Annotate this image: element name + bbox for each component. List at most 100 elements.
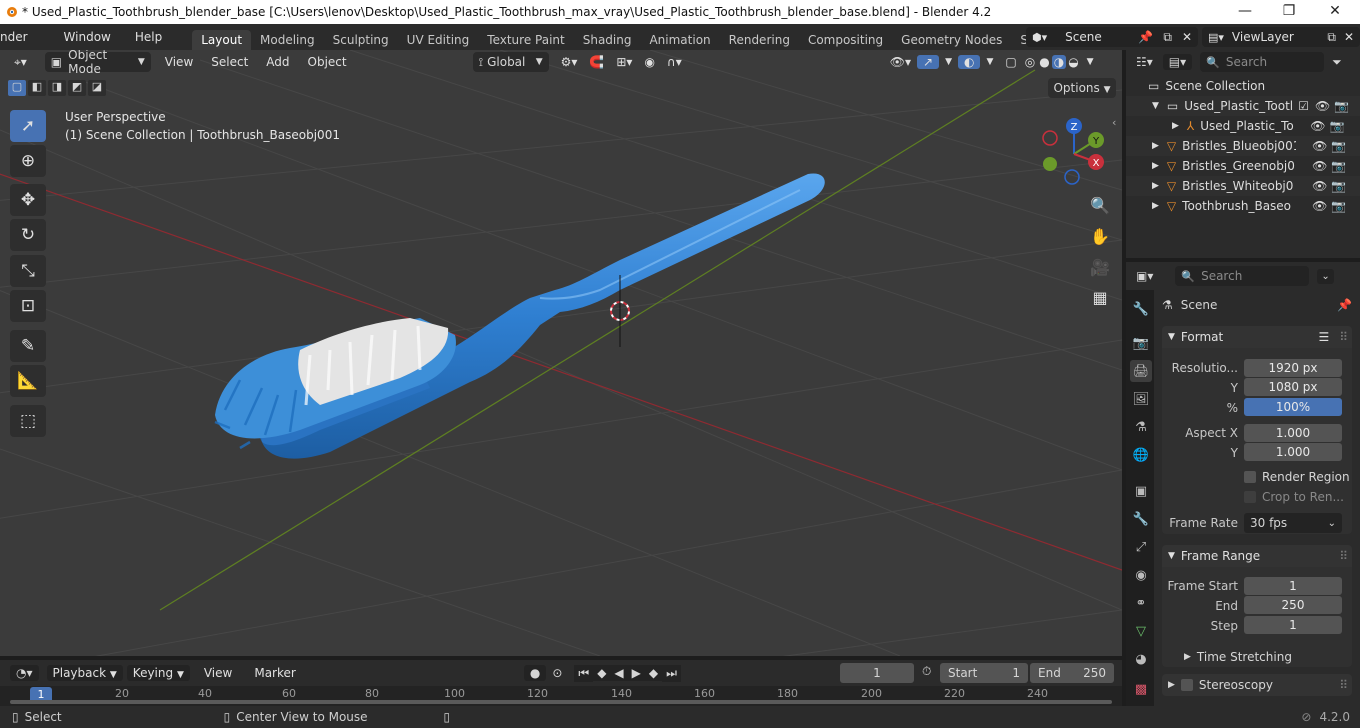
expand-arrow-icon[interactable]: ▶: [1152, 201, 1159, 211]
scene-tab-icon[interactable]: ⚗: [1130, 416, 1152, 438]
overlay-toggle-icon[interactable]: ◐: [957, 55, 981, 69]
world-tab-icon[interactable]: 🌐: [1130, 444, 1152, 466]
eye-icon[interactable]: 👁: [1312, 139, 1327, 153]
3d-viewport[interactable]: ⌖▾ ▣ Object Mode ▼ View Select Add Objec…: [0, 50, 1122, 656]
measure-tool[interactable]: 📐: [10, 365, 46, 397]
sidebar-toggle-icon[interactable]: ‹: [1112, 116, 1116, 129]
properties-editor-icon[interactable]: ▣▾: [1136, 269, 1153, 283]
transform-tool[interactable]: ⊡: [10, 290, 46, 322]
eye-icon[interactable]: 👁: [1315, 99, 1330, 113]
resolution-percent-field[interactable]: 100%: [1244, 398, 1342, 416]
chevron-down-icon[interactable]: ▼: [939, 57, 958, 67]
tab-modeling[interactable]: Modeling: [251, 30, 324, 50]
camera-view-icon[interactable]: 🎥: [1086, 253, 1114, 281]
frame-start-field[interactable]: 1: [1244, 577, 1342, 595]
time-stretching-subpanel[interactable]: ▶ Time Stretching: [1184, 650, 1292, 664]
camera-icon[interactable]: 📷: [1331, 139, 1346, 153]
prev-keyframe-icon[interactable]: ◆: [593, 665, 611, 681]
properties-search[interactable]: 🔍 Search: [1175, 266, 1310, 286]
resolution-y-field[interactable]: 1080 px: [1244, 378, 1342, 396]
outliner-item-mesh[interactable]: ▶ ▽ Toothbrush_Baseo 👁 📷: [1126, 196, 1360, 216]
wireframe-shading-icon[interactable]: ◎: [1023, 55, 1037, 69]
auto-keying-icon[interactable]: ●: [523, 665, 547, 681]
menu-select[interactable]: Select: [205, 55, 254, 69]
stereoscopy-panel-header[interactable]: ▶ Stereoscopy ⠿: [1162, 674, 1352, 696]
outliner-item-empty[interactable]: ▶ ⅄ Used_Plastic_To 👁 📷: [1126, 116, 1360, 136]
add-cube-tool[interactable]: ⬚: [10, 405, 46, 437]
proportional-edit-icon[interactable]: ◉: [638, 55, 660, 69]
ortho-grid-icon[interactable]: ▦: [1086, 283, 1114, 311]
presets-icon[interactable]: ☰: [1318, 330, 1329, 344]
chevron-down-icon[interactable]: ⌄: [1317, 268, 1334, 284]
navigation-gizmo[interactable]: Z Y X: [1034, 114, 1114, 194]
select-intersect-icon[interactable]: ◪: [88, 80, 106, 96]
tool-tab-icon[interactable]: 🔧: [1130, 298, 1152, 320]
tab-shading[interactable]: Shading: [574, 30, 641, 50]
data-tab-icon[interactable]: ▽: [1130, 620, 1152, 642]
chevron-down-icon[interactable]: ▼: [980, 57, 999, 67]
snap-icon[interactable]: 🧲: [583, 55, 610, 69]
outliner-editor-icon[interactable]: ☷▾: [1136, 55, 1153, 69]
rendered-shading-icon[interactable]: ◒: [1066, 55, 1080, 69]
tab-texture-paint[interactable]: Texture Paint: [478, 30, 573, 50]
play-icon[interactable]: ▶: [627, 665, 645, 681]
object-tab-icon[interactable]: ▣: [1130, 480, 1152, 502]
outliner-item-collection[interactable]: ▼ ▭ Used_Plastic_Tootl ☑ 👁 📷: [1126, 96, 1360, 116]
menu-window[interactable]: Window: [56, 30, 119, 44]
close-button[interactable]: ✕: [1312, 0, 1358, 24]
pivot-point-icon[interactable]: ⚙▾: [555, 55, 584, 69]
tab-uv-editing[interactable]: UV Editing: [398, 30, 479, 50]
material-shading-icon[interactable]: ◑: [1051, 55, 1067, 69]
jump-end-icon[interactable]: ⏭: [662, 664, 681, 682]
tab-layout[interactable]: Layout: [192, 30, 252, 50]
checkbox-icon[interactable]: ☑: [1298, 99, 1309, 113]
falloff-icon[interactable]: ∩▾: [661, 55, 688, 69]
physics-tab-icon[interactable]: ◉: [1130, 564, 1152, 586]
expand-arrow-icon[interactable]: ▶: [1152, 161, 1159, 171]
filter-icon[interactable]: ⏷: [1332, 55, 1342, 70]
format-panel-header[interactable]: ▼ Format ☰ ⠿: [1162, 326, 1352, 348]
render-tab-icon[interactable]: 📷: [1130, 332, 1152, 354]
scale-tool[interactable]: ⤡: [10, 255, 46, 287]
expand-arrow-icon[interactable]: ▶: [1172, 121, 1179, 131]
frame-end-field[interactable]: 250: [1244, 596, 1342, 614]
display-mode-icon[interactable]: ▤▾: [1162, 54, 1193, 70]
select-extend-icon[interactable]: ◧: [28, 80, 46, 96]
select-box-tool[interactable]: ➚: [10, 110, 46, 142]
xray-icon[interactable]: ▢: [999, 55, 1022, 69]
material-tab-icon[interactable]: ◕: [1130, 648, 1152, 670]
mode-selector[interactable]: ▣ Object Mode ▼: [44, 50, 151, 76]
cursor-tool[interactable]: ⊕: [10, 145, 46, 177]
drag-handle-icon[interactable]: ⠿: [1339, 678, 1348, 692]
eye-icon[interactable]: 👁: [1310, 119, 1325, 133]
eye-icon[interactable]: 👁: [1312, 179, 1327, 193]
frame-range-panel-header[interactable]: ▼ Frame Range ⠿: [1162, 545, 1352, 567]
new-scene-icon[interactable]: ⧉: [1163, 30, 1172, 45]
drag-handle-icon[interactable]: ⠿: [1339, 549, 1348, 563]
minimize-button[interactable]: —: [1222, 0, 1268, 24]
current-frame-field[interactable]: 1: [840, 663, 914, 683]
camera-icon[interactable]: 📷: [1331, 179, 1346, 193]
eye-icon[interactable]: 👁: [1312, 159, 1327, 173]
frame-step-field[interactable]: 1: [1244, 616, 1342, 634]
zoom-icon[interactable]: 🔍: [1086, 191, 1114, 219]
gizmo-toggle-icon[interactable]: ↗: [917, 55, 940, 69]
menu-add[interactable]: Add: [260, 55, 295, 69]
view-layer-tab-icon[interactable]: 🖼: [1130, 388, 1152, 410]
outliner-item-mesh[interactable]: ▶ ▽ Bristles_Greenobj0 👁 📷: [1126, 156, 1360, 176]
menu-playback[interactable]: Playback ▼: [46, 665, 123, 681]
tab-rendering[interactable]: Rendering: [720, 30, 799, 50]
start-frame-field[interactable]: Start 1: [940, 663, 1028, 683]
snap-target-icon[interactable]: ⊞▾: [610, 55, 638, 69]
outliner-item-mesh[interactable]: ▶ ▽ Bristles_Blueobj001 👁 📷: [1126, 136, 1360, 156]
maximize-button[interactable]: ❐: [1266, 0, 1312, 24]
menu-render[interactable]: nder: [0, 30, 36, 44]
menu-help[interactable]: Help: [127, 30, 170, 44]
camera-icon[interactable]: 📷: [1334, 99, 1349, 113]
output-tab-icon[interactable]: 🖨: [1130, 360, 1152, 382]
camera-icon[interactable]: 📷: [1330, 119, 1345, 133]
solid-shading-icon[interactable]: ●: [1037, 55, 1051, 69]
particles-tab-icon[interactable]: ⤢: [1130, 536, 1152, 558]
rotate-tool[interactable]: ↻: [10, 219, 46, 251]
tab-animation[interactable]: Animation: [640, 30, 719, 50]
